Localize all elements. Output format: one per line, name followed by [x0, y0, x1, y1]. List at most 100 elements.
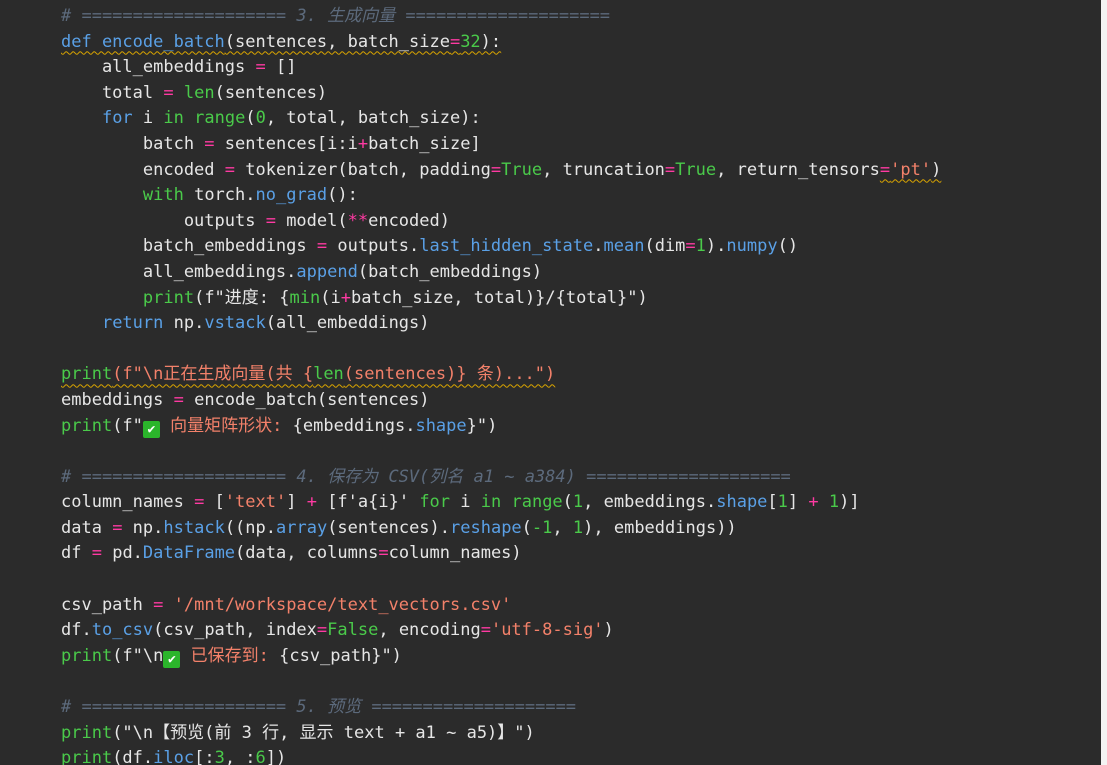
code-token: (i — [320, 287, 341, 308]
code-token: [: — [194, 748, 215, 765]
code-line[interactable]: data = np.hstack((np.array(sentences).re… — [61, 516, 941, 542]
code-line[interactable]: # ==================== 5. 预览 ===========… — [61, 695, 941, 721]
code-token: encode_batch(sentences) — [183, 389, 430, 410]
code-token: = — [664, 159, 676, 180]
code-line[interactable]: batch_embeddings = outputs.last_hidden_s… — [61, 234, 941, 260]
code-line[interactable]: print(f"\n ✔ 已保存到: {csv_path}") — [61, 644, 941, 670]
code-token: = — [378, 543, 389, 564]
code-token: with — [142, 185, 184, 206]
code-line[interactable]: # ==================== 3. 生成向量 =========… — [61, 4, 941, 30]
code-token: 'utf-8-sig' — [490, 620, 604, 641]
code-token: shape — [716, 492, 768, 513]
code-token: array — [276, 517, 328, 538]
code-token: = — [255, 57, 266, 78]
code-token: numpy — [726, 236, 778, 257]
code-token: 3 — [214, 748, 225, 765]
code-line[interactable] — [61, 439, 941, 465]
code-token: True — [501, 159, 543, 180]
code-line[interactable]: encoded = tokenizer(batch, padding=True,… — [61, 158, 941, 184]
code-token: 0 — [255, 108, 266, 129]
code-token: # ==================== 4. 保存为 CSV(列名 a1 … — [61, 466, 791, 487]
code-token: (dim — [644, 236, 686, 257]
code-token: print — [61, 645, 113, 666]
code-token: len — [183, 82, 215, 103]
code-line[interactable] — [61, 337, 941, 363]
code-line[interactable] — [61, 567, 941, 593]
code-line[interactable]: print(f"进度: {min(i+batch_size, total)}/{… — [61, 286, 941, 312]
code-token: encoded) — [368, 210, 450, 231]
code-token: sentences[i:i — [214, 133, 358, 154]
code-token: , : — [224, 748, 256, 765]
window-edge — [1101, 0, 1107, 765]
code-token: i — [132, 108, 164, 129]
code-token: + — [357, 133, 369, 154]
code-line[interactable]: all_embeddings.append(batch_embeddings) — [61, 260, 941, 286]
code-token: + — [340, 287, 351, 308]
code-token: [f'a{i}' — [316, 492, 420, 513]
code-line[interactable]: batch = sentences[i:i+batch_size] — [61, 132, 941, 158]
code-token: all_embeddings. — [61, 261, 297, 282]
code-token: data — [61, 517, 113, 538]
code-token: , encoding — [378, 620, 481, 641]
code-token: ((np. — [224, 517, 276, 538]
code-token: (batch_embeddings) — [357, 261, 543, 282]
code-line[interactable] — [61, 669, 941, 695]
code-line[interactable]: embeddings = encode_batch(sentences) — [61, 388, 941, 414]
code-token: 32 — [460, 31, 481, 52]
code-token: (all_embeddings) — [265, 313, 430, 334]
code-token: }") — [466, 415, 498, 436]
code-token: torch. — [183, 185, 256, 206]
code-token: for — [419, 492, 451, 513]
code-line[interactable]: total = len(sentences) — [61, 81, 941, 107]
code-token: DataFrame — [142, 543, 236, 564]
code-token: outputs — [61, 210, 266, 231]
code-token: in — [480, 492, 502, 513]
code-token: = — [490, 159, 502, 180]
code-token: () — [777, 236, 799, 257]
code-token: + — [306, 492, 317, 513]
code-token: batch_embeddings — [61, 236, 317, 257]
code-token: column_names) — [388, 543, 522, 564]
code-token: ), embeddings)) — [583, 517, 737, 538]
code-line[interactable]: # ==================== 4. 保存为 CSV(列名 a1 … — [61, 465, 941, 491]
code-editor[interactable]: # ==================== 3. 生成向量 =========… — [0, 0, 1101, 765]
code-token: . — [593, 236, 604, 257]
code-line[interactable]: print(f" ✔ 向量矩阵形状: {embeddings.shape}") — [61, 414, 941, 440]
code-token: , total, batch_size): — [265, 108, 481, 129]
code-token: = — [449, 31, 461, 52]
code-token: (df. — [112, 748, 154, 765]
code-token: len — [313, 364, 344, 385]
code-token: i — [450, 492, 481, 513]
code-token: csv_path — [61, 594, 154, 615]
code-line[interactable]: csv_path = '/mnt/workspace/text_vectors.… — [61, 593, 941, 619]
code-token: + — [808, 492, 819, 513]
code-line[interactable]: print("\n【预览(前 3 行, 显示 text + a1 ~ a5)】"… — [61, 721, 941, 747]
code-token: 'text' — [224, 492, 287, 513]
code-token: ( — [245, 108, 256, 129]
code-token: ] — [286, 492, 307, 513]
code-token: batch — [61, 133, 205, 154]
code-token: 已保存到: — [180, 645, 280, 666]
code-line[interactable]: return np.vstack(all_embeddings) — [61, 311, 941, 337]
code-token: df — [61, 543, 92, 564]
code-token: [ — [204, 492, 225, 513]
code-token: ("\n【预览(前 3 行, 显示 text + a1 ~ a5)】") — [112, 722, 535, 743]
code-line[interactable]: print(df.iloc[:3, :6]) — [61, 746, 941, 765]
code-token: ** — [347, 210, 369, 231]
code-line[interactable]: for i in range(0, total, batch_size): — [61, 106, 941, 132]
code-line[interactable]: df = pd.DataFrame(data, columns=column_n… — [61, 541, 941, 567]
code-line[interactable]: column_names = ['text'] + [f'a{i}' for i… — [61, 490, 941, 516]
code-token: def encode_batch — [61, 31, 225, 52]
code-line[interactable]: with torch.no_grad(): — [61, 183, 941, 209]
code-line[interactable]: all_embeddings = [] — [61, 55, 941, 81]
code-line[interactable]: df.to_csv(csv_path, index=False, encodin… — [61, 618, 941, 644]
code-token: vstack — [204, 313, 266, 334]
code-token: total — [61, 82, 164, 103]
code-line[interactable]: outputs = model(**encoded) — [61, 209, 941, 235]
code-line[interactable]: def encode_batch(sentences, batch_size=3… — [61, 30, 941, 56]
code-area[interactable]: # ==================== 3. 生成向量 =========… — [61, 4, 941, 765]
code-line[interactable]: print(f"\n正在生成向量(共 {len(sentences)} 条)..… — [61, 362, 941, 388]
